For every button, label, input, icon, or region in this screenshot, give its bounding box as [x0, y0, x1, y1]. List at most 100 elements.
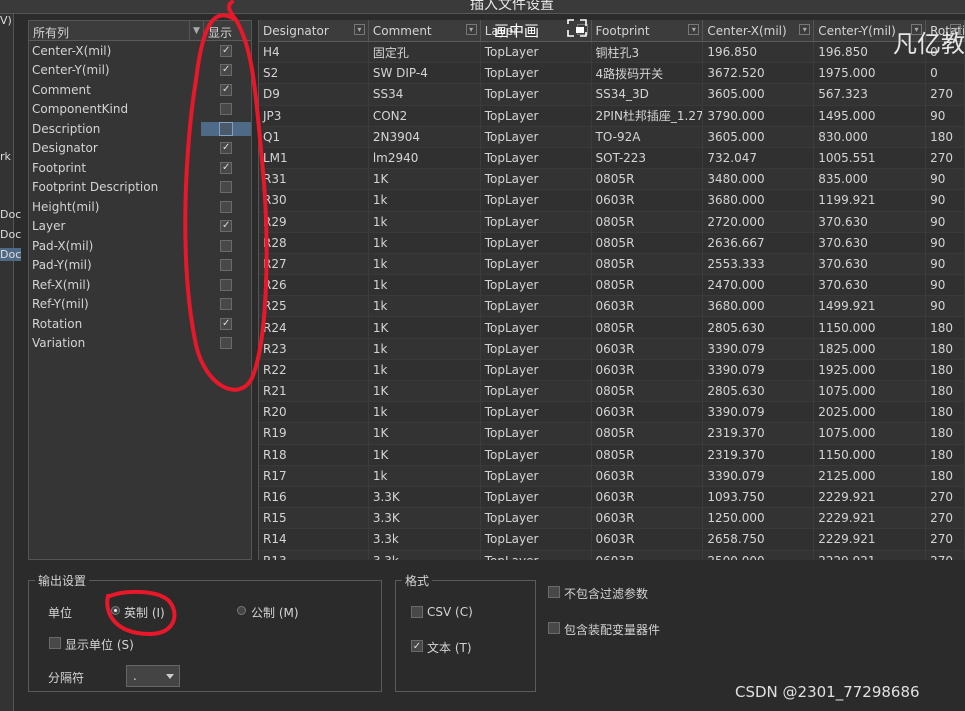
column-header[interactable]: Designator ▾	[259, 20, 369, 41]
table-row[interactable]: R23 1k TopLayer 0603R 3390.079 1825.000 180	[259, 338, 965, 360]
show-checkbox[interactable]: ✓	[220, 44, 233, 57]
table-cell: 0805R	[592, 211, 704, 232]
separator-select[interactable]: .	[126, 665, 180, 687]
pip-label[interactable]: 画中画	[494, 20, 539, 41]
all-columns-header[interactable]: 所有列	[29, 21, 189, 40]
column-item[interactable]: Footprint ✓	[29, 158, 251, 178]
sort-icon[interactable]: ▼	[189, 21, 203, 40]
table-row[interactable]: H4 固定孔 TopLayer 铜柱孔3 196.850 196.850 0	[259, 42, 965, 64]
show-checkbox[interactable]	[220, 181, 233, 194]
table-row[interactable]: R133.3kTopLayer0603R2500.0002229.921270	[259, 550, 965, 560]
table-cell: LM1	[259, 147, 369, 169]
show-checkbox[interactable]: ✓	[220, 64, 233, 77]
table-row[interactable]: R25 1k TopLayer 0603R 3680.000 1499.921 90	[259, 296, 965, 318]
column-item[interactable]: Rotation ✓	[29, 314, 251, 334]
show-checkbox[interactable]	[219, 121, 234, 136]
show-column-header[interactable]: 显示	[203, 21, 251, 40]
table-row[interactable]: Q1 2N3904 TopLayer TO-92A 3605.000 830.000 180	[259, 126, 965, 148]
column-item[interactable]: ComponentKind	[29, 100, 251, 120]
column-item[interactable]: Description	[29, 119, 251, 139]
imperial-radio[interactable]	[111, 606, 120, 615]
show-checkbox[interactable]: ✓	[220, 317, 233, 330]
column-item[interactable]: Comment ✓	[29, 80, 251, 100]
column-item[interactable]: Height(mil)	[29, 197, 251, 217]
show-checkbox[interactable]: ✓	[220, 220, 233, 233]
table-row[interactable]: R17 1k TopLayer 0603R 3390.079 2125.000 180	[259, 465, 965, 487]
show-units-label[interactable]: 显示单位 (S)	[65, 636, 134, 653]
table-header: Designator▾Comment▾Layer▾Footprint▾Cente…	[259, 20, 965, 42]
metric-radio[interactable]	[237, 606, 246, 615]
column-item[interactable]: Pad-X(mil)	[29, 236, 251, 256]
preview-table[interactable]: Designator▾Comment▾Layer▾Footprint▾Cente…	[258, 20, 965, 560]
show-checkbox[interactable]	[220, 200, 233, 213]
table-cell: 1k	[369, 190, 481, 211]
show-checkbox[interactable]: ✓	[220, 142, 233, 155]
column-item[interactable]: Variation	[29, 334, 251, 354]
filter-icon[interactable]: ▾	[353, 24, 365, 35]
show-checkbox[interactable]	[220, 239, 233, 252]
show-checkbox[interactable]	[220, 103, 233, 116]
text-checkbox[interactable]: ✓	[411, 640, 423, 652]
show-checkbox[interactable]	[220, 259, 233, 272]
show-checkbox[interactable]	[220, 298, 233, 311]
table-cell: R31	[259, 169, 369, 190]
table-cell: R16	[259, 486, 369, 508]
table-row[interactable]: R24 1K TopLayer 0805R 2805.630 1150.000 180	[259, 317, 965, 339]
exclude-filter-checkbox[interactable]	[548, 586, 560, 598]
csv-label[interactable]: CSV (C)	[427, 605, 473, 619]
filter-icon[interactable]: ▾	[799, 24, 811, 35]
csv-checkbox[interactable]	[411, 606, 423, 618]
table-row[interactable]: R22 1k TopLayer 0603R 3390.079 1925.000 180	[259, 359, 965, 381]
column-item[interactable]: Designator ✓	[29, 139, 251, 159]
column-item-label: Ref-X(mil)	[32, 277, 91, 292]
table-row[interactable]: JP3CON2TopLayer2PIN杜邦插座_1.27mm3790.00014…	[259, 105, 965, 127]
table-row[interactable]: R14 3.3k TopLayer 0603R 2658.750 2229.921 270	[259, 529, 965, 551]
column-item[interactable]: Center-X(mil) ✓	[29, 41, 251, 61]
table-row[interactable]: D9 SS34 TopLayer SS34_3D 3605.000 567.323 270	[259, 84, 965, 106]
column-item[interactable]: Center-Y(mil) ✓	[29, 61, 251, 81]
table-cell: 0805R	[592, 381, 704, 402]
table-cell: R23	[259, 338, 369, 359]
table-cell: TopLayer	[481, 42, 592, 63]
filter-icon[interactable]: ▾	[465, 24, 477, 35]
table-row[interactable]: R29 1k TopLayer 0805R 2720.000 370.630 90	[259, 211, 965, 233]
show-checkbox[interactable]	[220, 278, 233, 291]
table-row[interactable]: R21 1K TopLayer 0805R 2805.630 1075.000 180	[259, 381, 965, 403]
pip-toggle-icon[interactable]	[566, 18, 588, 38]
imperial-label[interactable]: 英制 (I)	[124, 604, 165, 621]
column-header[interactable]: Center-X(mil) ▾	[703, 20, 815, 41]
table-row[interactable]: S2 SW DIP-4 TopLayer 4路拨码开关 3672.520 1975.000…	[259, 63, 965, 85]
columns-list[interactable]: 所有列 ▼ 显示 Center-X(mil) ✓ Center-Y(mil) ✓ Com…	[28, 20, 252, 560]
show-units-checkbox[interactable]	[49, 637, 61, 649]
table-row[interactable]: R27 1k TopLayer 0805R 2553.333 370.630 90	[259, 253, 965, 276]
edge-text: V)	[0, 14, 12, 27]
table-row[interactable]: R26 1k TopLayer 0805R 2470.000 370.630 90	[259, 275, 965, 297]
exclude-filter-label[interactable]: 不包含过滤参数	[564, 585, 648, 602]
table-row[interactable]: R20 1k TopLayer 0603R 3390.079 2025.000 180	[259, 402, 965, 424]
table-row[interactable]: LM1 lm2940 TopLayer SOT-223 732.047 1005.551 2…	[259, 147, 965, 170]
table-row[interactable]: R31 1K TopLayer 0805R 3480.000 835.000 90	[259, 169, 965, 191]
column-header[interactable]: Footprint ▾	[592, 20, 704, 41]
filter-icon[interactable]: ▾	[688, 24, 700, 35]
show-checkbox[interactable]	[220, 337, 233, 350]
table-row[interactable]: R19 1K TopLayer 0805R 2319.370 1075.000 180	[259, 423, 965, 445]
column-header[interactable]: Comment ▾	[369, 20, 481, 41]
column-item[interactable]: Layer ✓	[29, 217, 251, 237]
column-item[interactable]: Footprint Description	[29, 178, 251, 198]
metric-label[interactable]: 公制 (M)	[251, 604, 299, 621]
column-item[interactable]: Ref-Y(mil)	[29, 295, 251, 315]
table-row[interactable]: R15 3.3K TopLayer 0603R 1250.000 2229.921 270	[259, 508, 965, 530]
table-row[interactable]: R28 1k TopLayer 0805R 2636.667 370.630 90	[259, 232, 965, 254]
show-checkbox[interactable]: ✓	[220, 83, 233, 96]
table-row[interactable]: R16 3.3K TopLayer 0603R 1093.750 2229.921 270	[259, 486, 965, 509]
text-label[interactable]: 文本 (T)	[427, 639, 472, 656]
table-row[interactable]: R18 1K TopLayer 0805R 2319.370 1150.000 180	[259, 444, 965, 466]
column-item[interactable]: Pad-Y(mil)	[29, 256, 251, 276]
show-checkbox[interactable]: ✓	[220, 161, 233, 174]
table-cell: SOT-223	[592, 147, 704, 169]
include-variants-label[interactable]: 包含装配变量器件	[564, 621, 660, 638]
table-cell: 2N3904	[369, 126, 481, 147]
column-item[interactable]: Ref-X(mil)	[29, 275, 251, 295]
include-variants-checkbox[interactable]	[548, 622, 560, 634]
table-row[interactable]: R30 1k TopLayer 0603R 3680.000 1199.921 90	[259, 190, 965, 212]
